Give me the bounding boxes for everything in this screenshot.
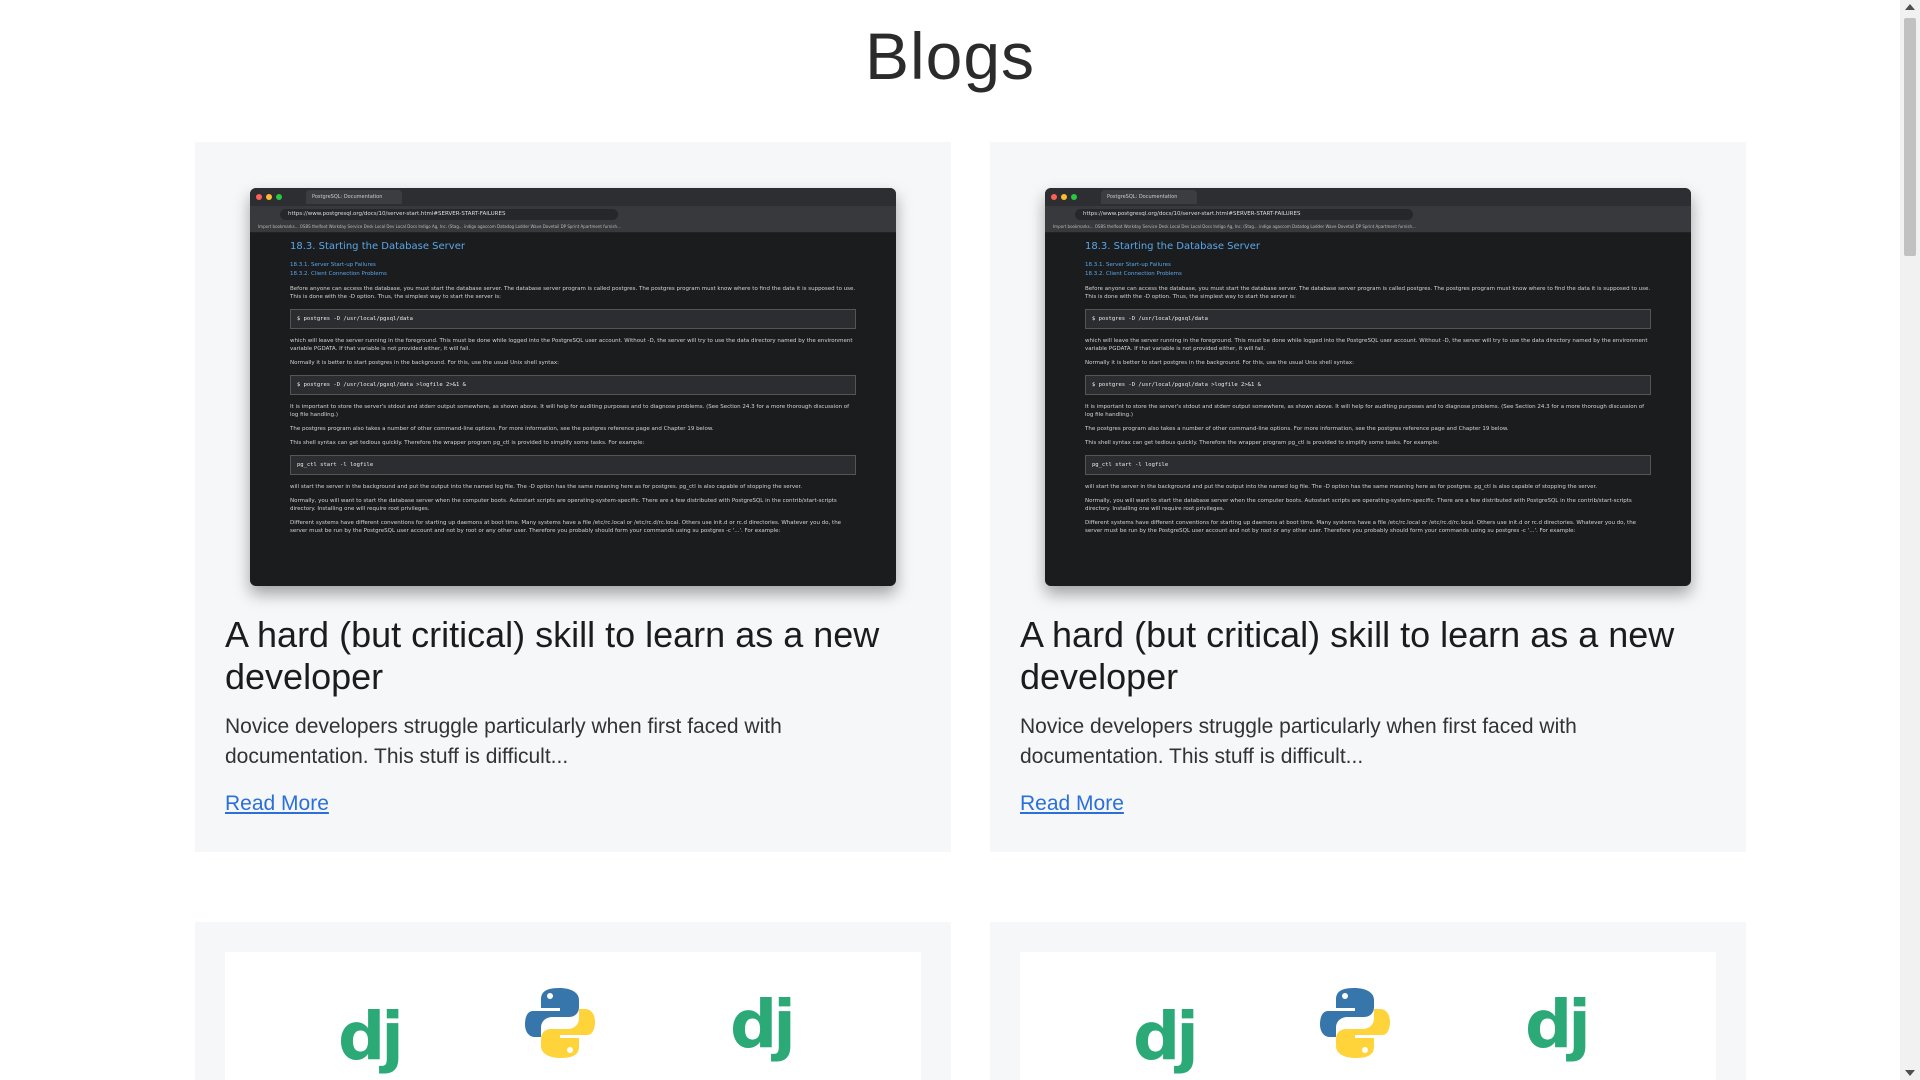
blog-thumbnail[interactable]: dj dj <box>1020 952 1716 1080</box>
doc-paragraph: The postgres program also takes a number… <box>290 426 714 432</box>
doc-link: 18.3.2. Client Connection Problems <box>290 271 387 277</box>
blog-thumbnail[interactable]: dj dj <box>225 952 921 1080</box>
post-title[interactable]: A hard (but critical) skill to learn as … <box>1020 614 1720 698</box>
doc-paragraph: Different systems have different convent… <box>1085 520 1637 534</box>
doc-content: 18.3. Starting the Database Server 18.3.… <box>250 233 896 535</box>
doc-code: $ postgres -D /usr/local/pgsql/data >log… <box>290 375 856 395</box>
post-title[interactable]: A hard (but critical) skill to learn as … <box>225 614 925 698</box>
doc-link: 18.3.2. Client Connection Problems <box>1085 271 1182 277</box>
browser-titlebar: PostgreSQL: Documentation <box>1045 188 1691 206</box>
doc-code: $ postgres -D /usr/local/pgsql/data >log… <box>1085 375 1651 395</box>
doc-paragraph: Before anyone can access the database, y… <box>290 286 856 300</box>
url-text: https://www.postgresql.org/docs/10/serve… <box>280 208 618 220</box>
scroll-up-icon[interactable] <box>1905 4 1915 10</box>
doc-paragraph: which will leave the server running in t… <box>290 338 853 352</box>
blog-card: dj dj <box>990 922 1746 1080</box>
doc-code: pg_ctl start -l logfile <box>290 455 856 475</box>
doc-heading: 18.3. Starting the Database Server <box>1085 241 1260 252</box>
doc-paragraph: Normally it is better to start postgres … <box>1085 360 1354 366</box>
doc-paragraph: Before anyone can access the database, y… <box>1085 286 1651 300</box>
read-more-link[interactable]: Read More <box>225 792 329 816</box>
django-logo-icon: dj <box>338 998 404 1075</box>
page-scrollbar[interactable] <box>1900 0 1920 1080</box>
scroll-down-icon[interactable] <box>1905 1070 1915 1076</box>
django-logo-icon: dj <box>730 986 796 1063</box>
doc-paragraph: Different systems have different convent… <box>290 520 842 534</box>
close-dot-icon <box>1051 194 1057 200</box>
python-logo-icon <box>1320 988 1390 1058</box>
doc-paragraph: will start the server in the background … <box>1085 484 1597 490</box>
maximize-dot-icon <box>1071 194 1077 200</box>
blog-thumbnail[interactable]: PostgreSQL: Documentation https://www.po… <box>250 188 896 586</box>
doc-paragraph: This shell syntax can get tedious quickl… <box>290 440 645 446</box>
doc-link: 18.3.1. Server Start-up Failures <box>1085 262 1171 268</box>
doc-paragraph: It is important to store the server's st… <box>290 404 850 418</box>
doc-paragraph: Normally, you will want to start the dat… <box>290 498 837 512</box>
browser-urlbar: https://www.postgresql.org/docs/10/serve… <box>1045 206 1691 222</box>
doc-content: 18.3. Starting the Database Server 18.3.… <box>1045 233 1691 535</box>
minimize-dot-icon <box>266 194 272 200</box>
doc-code: $ postgres -D /usr/local/pgsql/data <box>1085 309 1651 329</box>
doc-paragraph: Normally, you will want to start the dat… <box>1085 498 1632 512</box>
bookmarks-bar: Import bookmarks... OSBS thelfoot Workda… <box>1045 222 1691 233</box>
blog-page: Blogs PostgreSQL: Documentation https://… <box>0 0 1900 1080</box>
browser-urlbar: https://www.postgresql.org/docs/10/serve… <box>250 206 896 222</box>
blog-card: dj dj <box>195 922 951 1080</box>
doc-paragraph: Normally it is better to start postgres … <box>290 360 559 366</box>
close-dot-icon <box>256 194 262 200</box>
bookmarks-bar: Import bookmarks... OSBS thelfoot Workda… <box>250 222 896 233</box>
page-title: Blogs <box>864 19 1036 93</box>
doc-paragraph: This shell syntax can get tedious quickl… <box>1085 440 1440 446</box>
django-logo-icon: dj <box>1133 998 1199 1075</box>
read-more-link[interactable]: Read More <box>1020 792 1124 816</box>
blog-card: PostgreSQL: Documentation https://www.po… <box>990 142 1746 852</box>
doc-link: 18.3.1. Server Start-up Failures <box>290 262 376 268</box>
post-excerpt: Novice developers struggle particularly … <box>1020 715 1577 768</box>
blog-card: PostgreSQL: Documentation https://www.po… <box>195 142 951 852</box>
browser-tab: PostgreSQL: Documentation <box>1101 190 1197 204</box>
minimize-dot-icon <box>1061 194 1067 200</box>
browser-tab: PostgreSQL: Documentation <box>306 190 402 204</box>
doc-paragraph: It is important to store the server's st… <box>1085 404 1645 418</box>
doc-paragraph: The postgres program also takes a number… <box>1085 426 1509 432</box>
url-text: https://www.postgresql.org/docs/10/serve… <box>1075 208 1413 220</box>
doc-code: $ postgres -D /usr/local/pgsql/data <box>290 309 856 329</box>
maximize-dot-icon <box>276 194 282 200</box>
doc-code: pg_ctl start -l logfile <box>1085 455 1651 475</box>
scroll-thumb[interactable] <box>1904 18 1916 256</box>
doc-heading: 18.3. Starting the Database Server <box>290 241 465 252</box>
doc-paragraph: which will leave the server running in t… <box>1085 338 1648 352</box>
blog-thumbnail[interactable]: PostgreSQL: Documentation https://www.po… <box>1045 188 1691 586</box>
django-logo-icon: dj <box>1525 986 1591 1063</box>
browser-titlebar: PostgreSQL: Documentation <box>250 188 896 206</box>
python-logo-icon <box>525 988 595 1058</box>
post-excerpt: Novice developers struggle particularly … <box>225 715 782 768</box>
doc-paragraph: will start the server in the background … <box>290 484 802 490</box>
